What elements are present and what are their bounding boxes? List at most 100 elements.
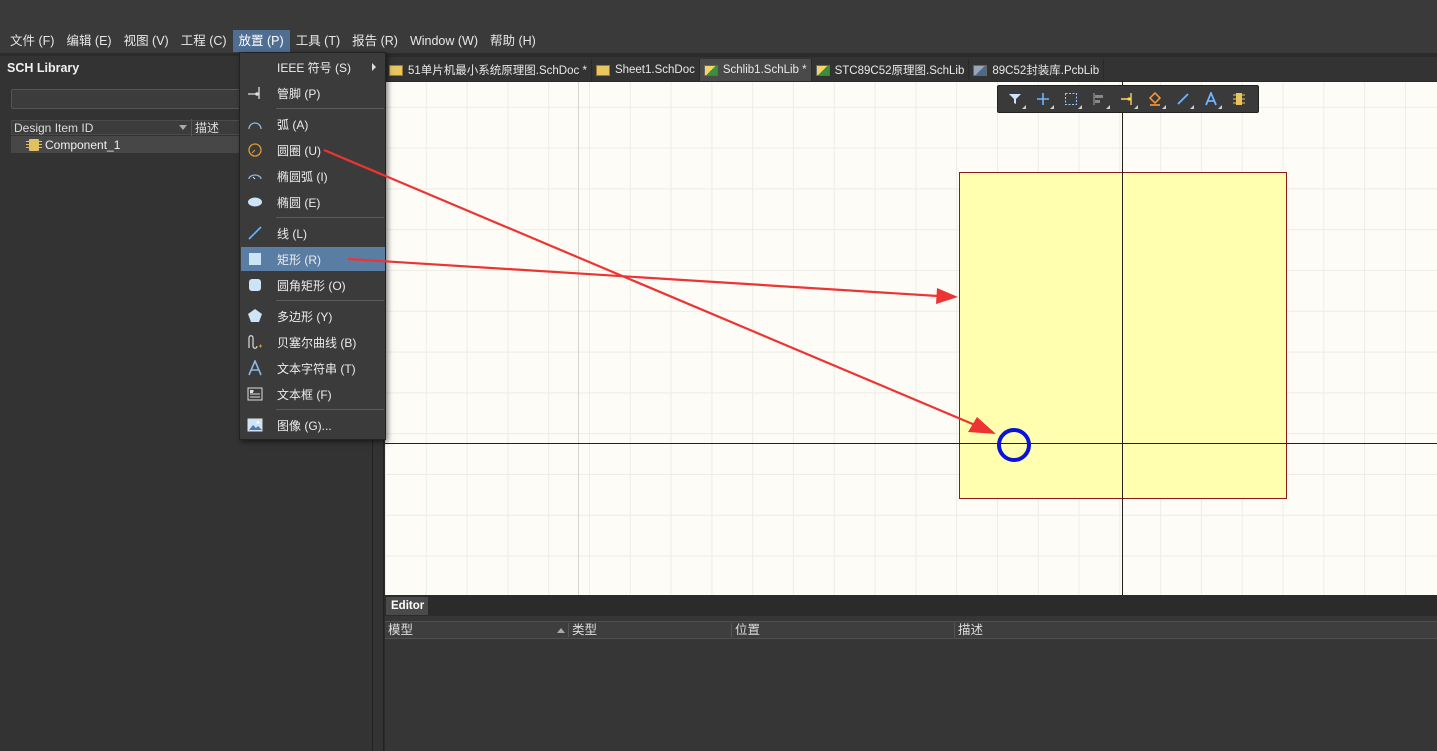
tab-label: STC89C52原理图.SchLib [834, 65, 965, 77]
document-tab-bar: 51单片机最小系统原理图.SchDoc * Sheet1.SchDoc Schl… [385, 57, 1437, 81]
circle-icon [247, 142, 263, 158]
align-icon[interactable] [1086, 88, 1111, 110]
menu-item-label: 多边形 (Y) [277, 309, 333, 324]
component-icon[interactable] [1226, 88, 1251, 110]
elliptical-arc-icon [247, 168, 263, 184]
menu-item-ellipse[interactable]: 椭圆 (E) [241, 190, 385, 214]
column-description[interactable]: 描述 [955, 622, 983, 638]
menu-item-bezier[interactable]: 贝塞尔曲线 (B) [241, 330, 385, 354]
menu-tools[interactable]: 工具 (T) [290, 30, 346, 52]
origin-axis-horizontal [385, 443, 1437, 444]
ellipse-icon [247, 194, 263, 210]
column-label: Design Item ID [14, 120, 94, 135]
schlib-icon [815, 64, 830, 76]
pcblib-icon [973, 64, 988, 76]
tab-label: Sheet1.SchDoc [614, 64, 695, 76]
menu-item-polygon[interactable]: 多边形 (Y) [241, 304, 385, 328]
fill-icon[interactable] [1142, 88, 1167, 110]
menu-item-round-rectangle[interactable]: 圆角矩形 (O) [241, 273, 385, 297]
menu-place[interactable]: 放置 (P) [232, 30, 290, 52]
menu-item-label: 椭圆弧 (I) [277, 169, 328, 184]
menu-item-label: 文本字符串 (T) [277, 361, 356, 376]
schematic-canvas[interactable] [385, 82, 1437, 595]
component-name: Component_1 [45, 137, 121, 152]
menu-item-circle[interactable]: 圆圈 (U) [241, 138, 385, 162]
line-icon[interactable] [1170, 88, 1195, 110]
editor-table-header: 模型 类型 位置 描述 [385, 621, 1437, 639]
menu-item-ieee-symbols[interactable]: IEEE 符号 (S) [241, 55, 385, 79]
place-menu-dropdown: IEEE 符号 (S) 管脚 (P) 弧 (A) 圆圈 (U) 椭圆弧 (I) … [239, 52, 386, 440]
title-bar [0, 0, 1437, 29]
column-type[interactable]: 类型 [569, 622, 597, 638]
menu-item-label: 圆圈 (U) [277, 143, 321, 158]
menu-item-arc[interactable]: 弧 (A) [241, 112, 385, 136]
menu-item-rectangle[interactable]: 矩形 (R) [241, 247, 385, 271]
editor-tab[interactable]: Editor [386, 597, 428, 615]
sort-up-icon [557, 628, 565, 633]
menu-item-elliptical-arc[interactable]: 椭圆弧 (I) [241, 164, 385, 188]
component-icon [26, 138, 42, 151]
menu-item-label: 矩形 (R) [277, 252, 321, 267]
schdoc-icon [389, 64, 403, 76]
tab-sheet1-schdoc[interactable]: Sheet1.SchDoc [592, 59, 700, 81]
menu-edit[interactable]: 编辑 (E) [60, 30, 117, 52]
menu-item-label: 弧 (A) [277, 117, 309, 132]
menu-file[interactable]: 文件 (F) [4, 30, 60, 52]
tab-51-schdoc[interactable]: 51单片机最小系统原理图.SchDoc * [385, 59, 592, 81]
crosshair-icon[interactable] [1030, 88, 1055, 110]
arc-icon [247, 116, 263, 132]
menu-item-label: 管脚 (P) [277, 86, 321, 101]
image-icon [247, 417, 263, 433]
column-design-item-id[interactable]: Design Item ID [12, 121, 191, 135]
tab-schlib1[interactable]: Schlib1.SchLib * [699, 59, 812, 81]
menu-item-label: 贝塞尔曲线 (B) [277, 335, 357, 350]
active-bar-toolbar [997, 85, 1259, 113]
menu-item-label: 椭圆 (E) [277, 195, 321, 210]
menu-item-label: 线 (L) [277, 226, 308, 241]
menu-item-line[interactable]: 线 (L) [241, 221, 385, 245]
pin-icon[interactable] [1114, 88, 1139, 110]
menu-bar: 文件 (F) 编辑 (E) 视图 (V) 工程 (C) 放置 (P) 工具 (T… [0, 29, 1437, 53]
schdoc-icon [595, 64, 610, 76]
text-icon[interactable] [1198, 88, 1223, 110]
bezier-icon [247, 334, 263, 350]
column-location[interactable]: 位置 [732, 622, 760, 638]
select-rect-icon[interactable] [1058, 88, 1083, 110]
round-rectangle-icon [247, 277, 263, 293]
placement-cursor-circle [997, 428, 1031, 462]
submenu-arrow-icon [372, 63, 376, 71]
menu-view[interactable]: 视图 (V) [118, 30, 175, 52]
menu-item-label: 图像 (G)... [277, 418, 332, 433]
text-string-icon [247, 360, 263, 376]
polygon-icon [247, 308, 263, 324]
table-row[interactable]: Component_1 [11, 136, 243, 153]
filter-icon[interactable] [1002, 88, 1027, 110]
rectangle-icon [247, 251, 263, 267]
menu-item-image[interactable]: 图像 (G)... [241, 413, 385, 437]
menu-item-label: 圆角矩形 (O) [277, 278, 346, 293]
line-icon [247, 225, 263, 241]
menu-window[interactable]: Window (W) [404, 30, 484, 52]
menu-project[interactable]: 工程 (C) [175, 30, 233, 52]
schlib-icon [703, 64, 718, 76]
column-model[interactable]: 模型 [385, 622, 413, 638]
library-table-header: Design Item ID 描述 [11, 119, 243, 136]
library-search-input[interactable] [11, 89, 251, 109]
menu-reports[interactable]: 报告 (R) [346, 30, 404, 52]
menu-item-text-frame[interactable]: 文本框 (F) [241, 382, 385, 406]
origin-axis-vertical [1122, 82, 1123, 595]
pin-icon [247, 85, 263, 101]
tab-89c52-pcblib[interactable]: 89C52封装库.PcbLib [969, 59, 1105, 81]
column-description[interactable]: 描述 [191, 119, 219, 136]
menu-item-pin[interactable]: 管脚 (P) [241, 81, 385, 105]
app-window: 文件 (F) 编辑 (E) 视图 (V) 工程 (C) 放置 (P) 工具 (T… [0, 0, 1437, 751]
text-frame-icon [247, 386, 263, 402]
menu-item-label: 文本框 (F) [277, 387, 332, 402]
menu-help[interactable]: 帮助 (H) [484, 30, 542, 52]
tab-stc89c52-schlib[interactable]: STC89C52原理图.SchLib [812, 59, 970, 81]
sort-down-icon [179, 124, 187, 130]
tab-label: 51单片机最小系统原理图.SchDoc * [408, 65, 587, 77]
menu-item-text-string[interactable]: 文本字符串 (T) [241, 356, 385, 380]
tab-label: Schlib1.SchLib * [722, 64, 807, 76]
grid-line [578, 82, 579, 595]
